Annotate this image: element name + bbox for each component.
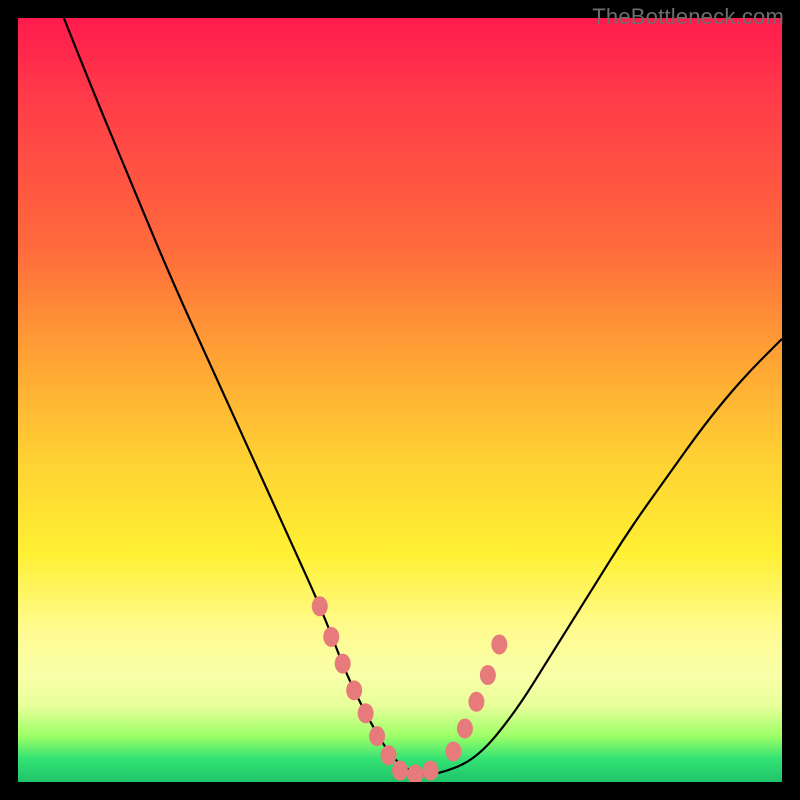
bead-marker bbox=[423, 761, 439, 781]
bead-marker bbox=[457, 719, 473, 739]
bead-marker bbox=[369, 726, 385, 746]
bead-marker bbox=[407, 764, 423, 782]
bead-marker bbox=[445, 741, 461, 761]
v-curve-line bbox=[64, 18, 782, 774]
watermark-text: TheBottleneck.com bbox=[592, 4, 784, 30]
chart-svg bbox=[18, 18, 782, 782]
chart-plot-area bbox=[18, 18, 782, 782]
bead-marker bbox=[468, 692, 484, 712]
bead-marker bbox=[491, 634, 507, 654]
bead-marker bbox=[323, 627, 339, 647]
bead-marker bbox=[480, 665, 496, 685]
bead-marker bbox=[312, 596, 328, 616]
bead-marker bbox=[335, 654, 351, 674]
bead-marker bbox=[346, 680, 362, 700]
bead-marker bbox=[358, 703, 374, 723]
chart-frame: TheBottleneck.com bbox=[0, 0, 800, 800]
bead-marker bbox=[392, 761, 408, 781]
bead-marker bbox=[381, 745, 397, 765]
